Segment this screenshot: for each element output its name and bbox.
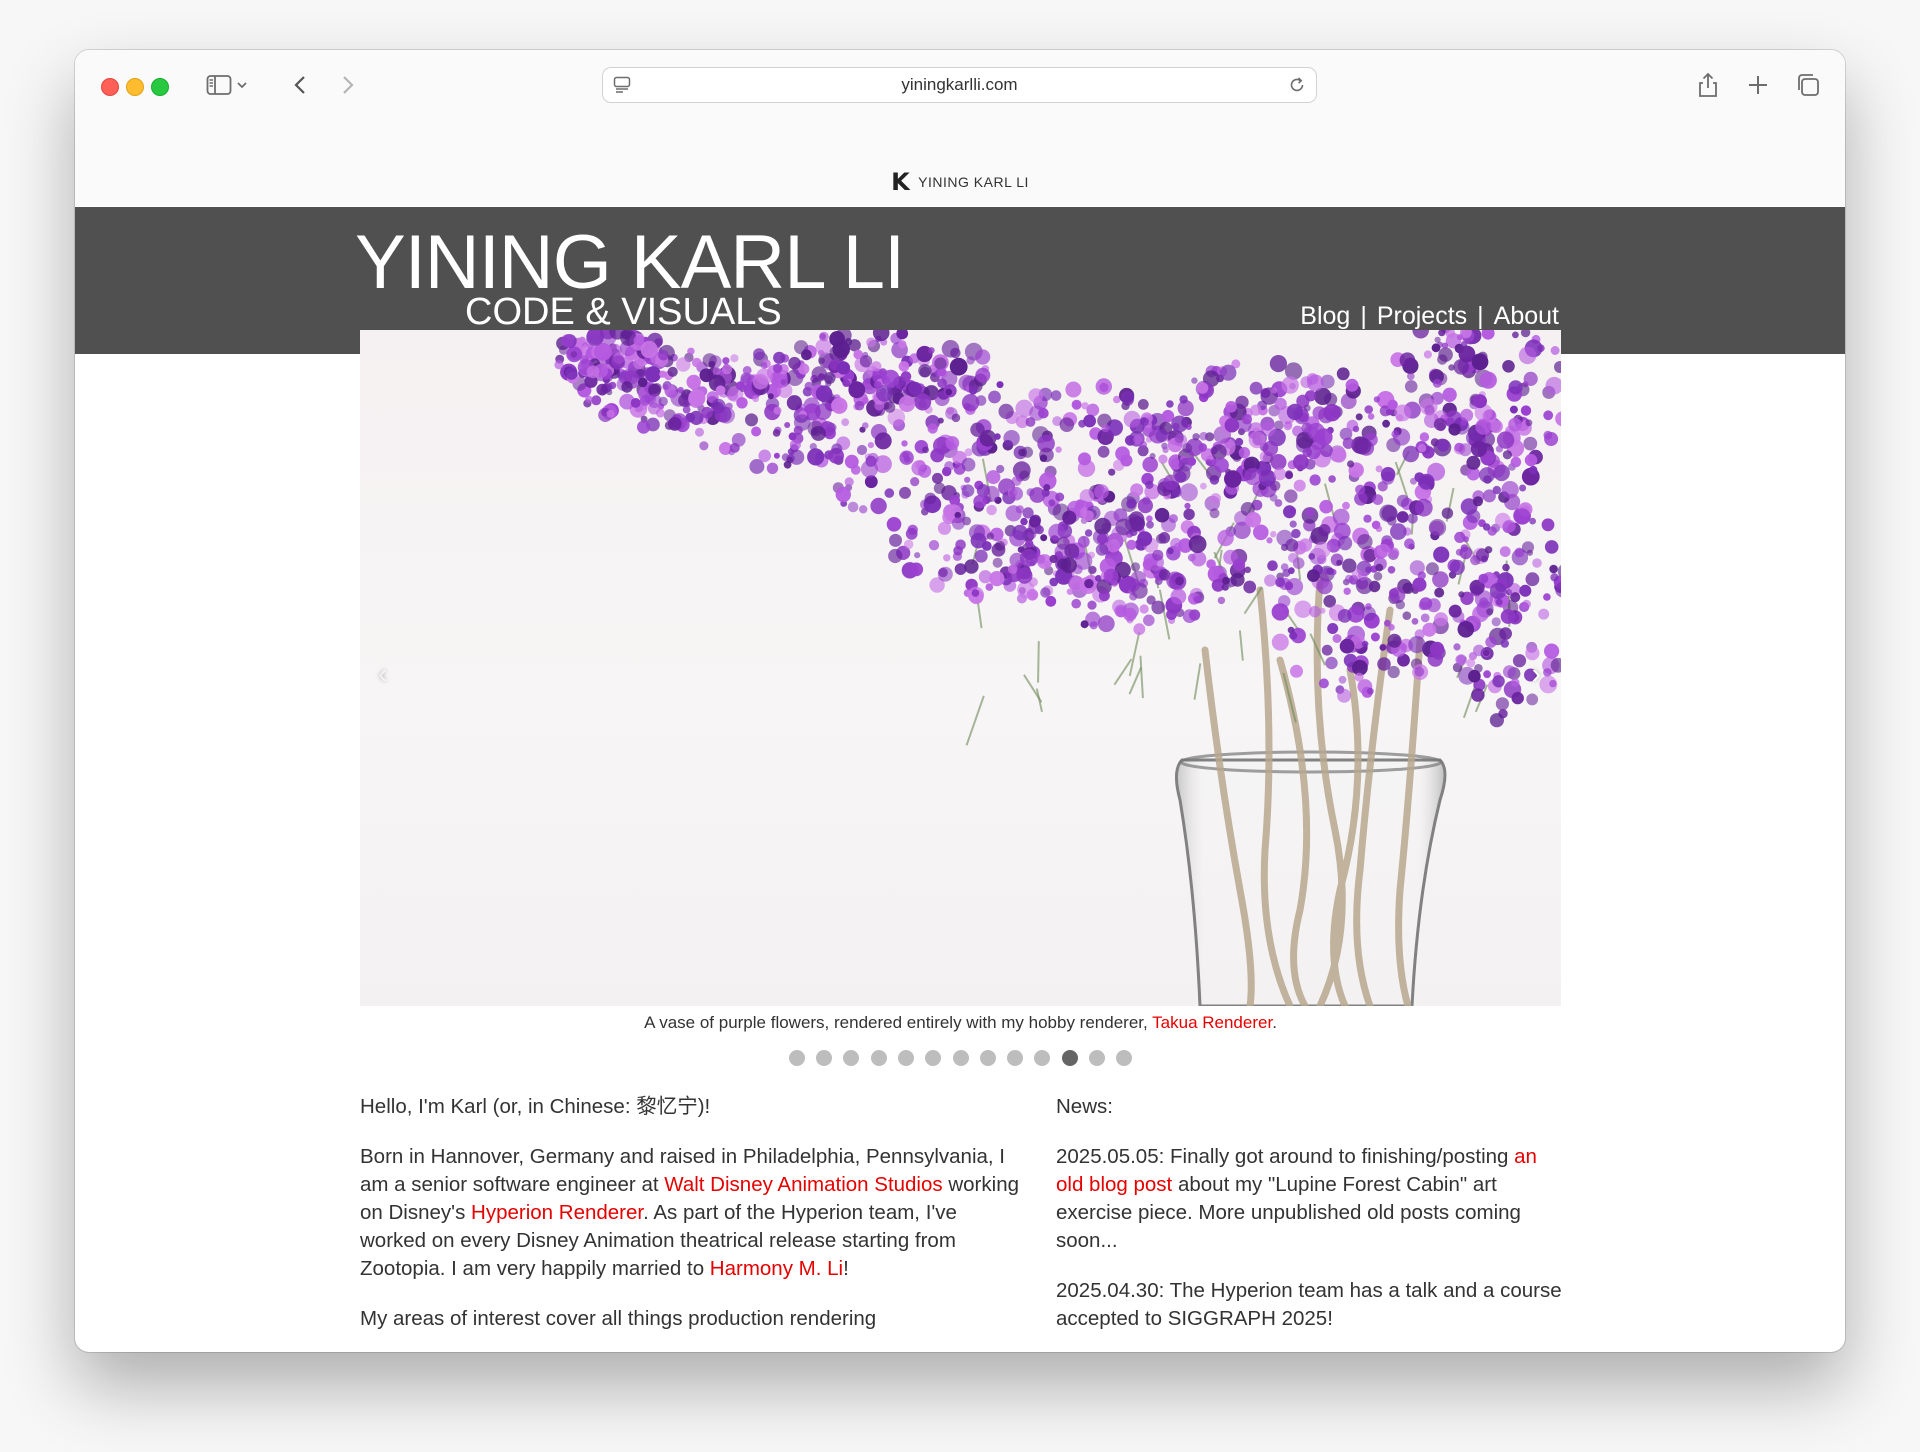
browser-window: yiningkarlli.com K YINING KARL LI YINING… bbox=[75, 50, 1845, 1352]
walt-disney-animation-link[interactable]: Walt Disney Animation Studios bbox=[664, 1173, 942, 1196]
browser-toolbar: yiningkarlli.com bbox=[75, 50, 1845, 158]
slide-dot[interactable] bbox=[788, 1050, 805, 1066]
back-arrow-icon[interactable] bbox=[285, 70, 315, 100]
site-subtitle: CODE & VISUALS bbox=[465, 291, 782, 333]
purple-flowers-vase-render bbox=[554, 330, 1561, 1006]
zoom-window-button[interactable] bbox=[151, 78, 169, 96]
news-column: News: 2025.05.05: Finally got around to … bbox=[1056, 1093, 1564, 1352]
url-text: yiningkarlli.com bbox=[901, 75, 1018, 94]
slide-dot[interactable] bbox=[979, 1050, 996, 1066]
slide-dot[interactable] bbox=[1116, 1050, 1133, 1066]
slideshow-image[interactable]: ‹ › bbox=[360, 330, 1561, 1006]
slide-dot[interactable] bbox=[897, 1050, 914, 1066]
slide-dot[interactable] bbox=[952, 1050, 969, 1066]
sidebar-toggle-icon[interactable] bbox=[204, 70, 234, 100]
greeting: Hello, I'm Karl (or, in Chinese: 黎忆宁)! bbox=[360, 1095, 711, 1118]
slideshow-dots bbox=[360, 1050, 1561, 1066]
takua-renderer-link[interactable]: Takua Renderer bbox=[1152, 1013, 1272, 1032]
news-item: 2025.04.30: The Hyperion team has a talk… bbox=[1056, 1279, 1562, 1330]
slideshow-prev-arrow[interactable]: ‹ bbox=[378, 658, 387, 690]
news-text: 2025.05.05: Finally got around to finish… bbox=[1056, 1145, 1515, 1168]
minimize-window-button[interactable] bbox=[126, 78, 144, 96]
chevron-down-icon[interactable] bbox=[233, 70, 251, 100]
slide-dot[interactable] bbox=[1061, 1050, 1078, 1066]
slide-dot[interactable] bbox=[1007, 1050, 1024, 1066]
tab-overview-icon[interactable] bbox=[1793, 70, 1823, 100]
interests-paragraph: My areas of interest cover all things pr… bbox=[360, 1307, 877, 1330]
active-tab[interactable]: K YINING KARL LI bbox=[75, 158, 1845, 206]
hyperion-renderer-link[interactable]: Hyperion Renderer bbox=[471, 1201, 643, 1224]
slide-dot[interactable] bbox=[1034, 1050, 1051, 1066]
nav-separator: | bbox=[1477, 302, 1484, 330]
site-nav: Blog | Projects | About bbox=[1300, 301, 1559, 331]
site-favicon: K bbox=[891, 168, 911, 196]
news-heading: News: bbox=[1056, 1095, 1113, 1118]
forward-arrow-icon[interactable] bbox=[333, 70, 363, 100]
nav-projects-link[interactable]: Projects bbox=[1377, 302, 1467, 330]
tab-title: YINING KARL LI bbox=[918, 174, 1029, 190]
slide-dot[interactable] bbox=[925, 1050, 942, 1066]
nav-about-link[interactable]: About bbox=[1494, 302, 1559, 330]
news-item: 2025.05.05: Finally got around to finish… bbox=[1056, 1143, 1564, 1255]
intro-column: Hello, I'm Karl (or, in Chinese: 黎忆宁)! B… bbox=[360, 1093, 1022, 1352]
harmony-li-link[interactable]: Harmony M. Li bbox=[710, 1257, 843, 1280]
slide-dot[interactable] bbox=[870, 1050, 887, 1066]
caption-suffix: . bbox=[1272, 1013, 1277, 1032]
share-icon[interactable] bbox=[1693, 70, 1723, 100]
slideshow-next-arrow[interactable]: › bbox=[1532, 658, 1541, 690]
reload-icon[interactable] bbox=[1288, 76, 1306, 99]
new-tab-plus-icon[interactable] bbox=[1743, 70, 1773, 100]
tab-bar: K YINING KARL LI bbox=[75, 158, 1845, 206]
bio-text: ! bbox=[843, 1257, 849, 1280]
bio-paragraph: Born in Hannover, Germany and raised in … bbox=[360, 1143, 1022, 1283]
nav-blog-link[interactable]: Blog bbox=[1300, 302, 1350, 330]
slide-caption: A vase of purple flowers, rendered entir… bbox=[360, 1012, 1561, 1034]
slide-dot[interactable] bbox=[1088, 1050, 1105, 1066]
slide-dot[interactable] bbox=[843, 1050, 860, 1066]
address-bar[interactable]: yiningkarlli.com bbox=[602, 67, 1317, 103]
caption-text: A vase of purple flowers, rendered entir… bbox=[644, 1013, 1153, 1032]
close-window-button[interactable] bbox=[101, 78, 119, 96]
slide-dot[interactable] bbox=[816, 1050, 833, 1066]
nav-separator: | bbox=[1360, 302, 1367, 330]
